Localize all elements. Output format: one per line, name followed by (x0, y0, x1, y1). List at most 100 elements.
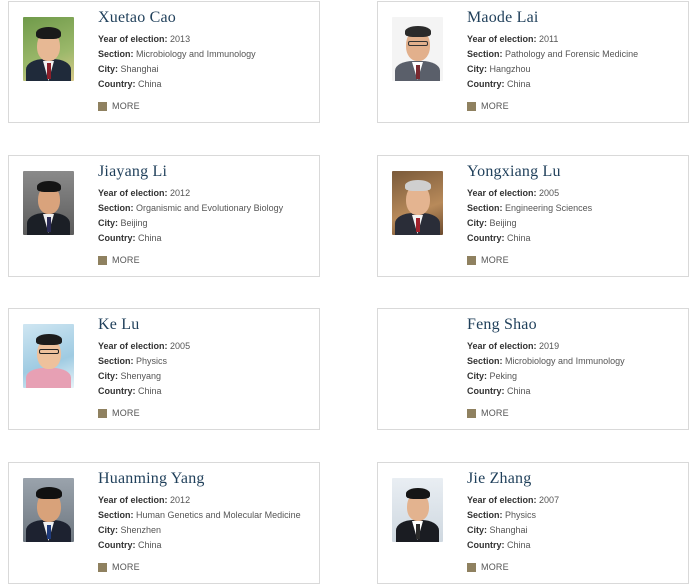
city-value: Hangzhou (489, 64, 531, 74)
section-label: Section: (467, 356, 503, 366)
city-label: City: (467, 371, 487, 381)
section-label: Section: (467, 49, 503, 59)
member-name[interactable]: Jiayang Li (98, 163, 167, 181)
portrait-photo[interactable] (392, 171, 443, 235)
city-label: City: (98, 525, 118, 535)
country-label: Country: (467, 233, 505, 243)
square-icon (467, 562, 476, 572)
section-label: Section: (98, 49, 134, 59)
more-link[interactable]: MORE (98, 408, 140, 418)
more-link[interactable]: MORE (467, 255, 509, 265)
square-icon (98, 408, 107, 418)
year-label: Year of election: (98, 341, 168, 351)
member-name[interactable]: Feng Shao (467, 316, 537, 334)
country-label: Country: (98, 386, 136, 396)
member-details: Year of election: 2005 Section: Physics … (98, 339, 190, 399)
portrait-photo[interactable] (23, 17, 74, 81)
portrait-photo[interactable] (23, 324, 74, 388)
member-card: Feng Shao Year of election: 2019 Section… (377, 308, 689, 430)
country-label: Country: (467, 79, 505, 89)
country-label: Country: (98, 79, 136, 89)
more-label: MORE (112, 101, 140, 111)
member-card: Jiayang Li Year of election: 2012 Sectio… (8, 155, 320, 277)
member-name[interactable]: Ke Lu (98, 316, 139, 334)
section-value: Microbiology and Immunology (136, 49, 256, 59)
section-value: Human Genetics and Molecular Medicine (136, 510, 301, 520)
country-value: China (507, 79, 531, 89)
member-card: Yongxiang Lu Year of election: 2005 Sect… (377, 155, 689, 277)
country-value: China (138, 233, 162, 243)
square-icon (98, 101, 107, 111)
member-grid: Xuetao Cao Year of election: 2013 Sectio… (0, 0, 690, 584)
portrait-photo[interactable] (392, 478, 443, 542)
section-value: Microbiology and Immunology (505, 356, 625, 366)
portrait-photo[interactable] (23, 478, 74, 542)
member-details: Year of election: 2011 Section: Patholog… (467, 32, 638, 92)
city-label: City: (467, 525, 487, 535)
member-name[interactable]: Xuetao Cao (98, 9, 176, 27)
country-value: China (138, 79, 162, 89)
more-label: MORE (481, 101, 509, 111)
year-value: 2005 (539, 188, 560, 198)
year-value: 2012 (170, 495, 191, 505)
country-value: China (507, 386, 531, 396)
section-value: Physics (136, 356, 168, 366)
more-label: MORE (481, 255, 509, 265)
member-name[interactable]: Huanming Yang (98, 470, 205, 488)
city-value: Shanghai (489, 525, 528, 535)
more-link[interactable]: MORE (467, 408, 509, 418)
country-value: China (138, 540, 162, 550)
country-label: Country: (467, 540, 505, 550)
city-label: City: (467, 64, 487, 74)
more-link[interactable]: MORE (98, 255, 140, 265)
year-value: 2019 (539, 341, 560, 351)
member-card: Xuetao Cao Year of election: 2013 Sectio… (8, 1, 320, 123)
section-label: Section: (98, 510, 134, 520)
more-link[interactable]: MORE (98, 562, 140, 572)
section-value: Physics (505, 510, 537, 520)
year-value: 2005 (170, 341, 191, 351)
more-label: MORE (112, 255, 140, 265)
more-link[interactable]: MORE (467, 562, 509, 572)
member-card: Jie Zhang Year of election: 2007 Section… (377, 462, 689, 584)
more-link[interactable]: MORE (98, 101, 140, 111)
country-label: Country: (98, 233, 136, 243)
year-label: Year of election: (98, 495, 168, 505)
section-label: Section: (98, 356, 134, 366)
portrait-photo[interactable] (392, 17, 443, 81)
member-card: Maode Lai Year of election: 2011 Section… (377, 1, 689, 123)
year-label: Year of election: (467, 34, 537, 44)
year-label: Year of election: (467, 341, 537, 351)
more-label: MORE (481, 562, 509, 572)
section-label: Section: (467, 510, 503, 520)
square-icon (98, 255, 107, 265)
member-details: Year of election: 2019 Section: Microbio… (467, 339, 625, 399)
city-label: City: (467, 218, 487, 228)
section-value: Organismic and Evolutionary Biology (136, 203, 284, 213)
year-value: 2007 (539, 495, 560, 505)
city-label: City: (98, 218, 118, 228)
member-card: Ke Lu Year of election: 2005 Section: Ph… (8, 308, 320, 430)
city-value: Peking (489, 371, 518, 381)
year-value: 2011 (539, 34, 559, 44)
square-icon (467, 408, 476, 418)
member-name[interactable]: Maode Lai (467, 9, 539, 27)
year-value: 2012 (170, 188, 191, 198)
section-value: Engineering Sciences (505, 203, 593, 213)
portrait-photo[interactable] (23, 171, 74, 235)
member-details: Year of election: 2012 Section: Organism… (98, 186, 283, 246)
member-name[interactable]: Yongxiang Lu (467, 163, 561, 181)
member-details: Year of election: 2005 Section: Engineer… (467, 186, 592, 246)
section-label: Section: (467, 203, 503, 213)
member-name[interactable]: Jie Zhang (467, 470, 531, 488)
section-value: Pathology and Forensic Medicine (505, 49, 639, 59)
square-icon (467, 255, 476, 265)
year-value: 2013 (170, 34, 191, 44)
year-label: Year of election: (98, 34, 168, 44)
member-details: Year of election: 2012 Section: Human Ge… (98, 493, 301, 553)
more-link[interactable]: MORE (467, 101, 509, 111)
city-label: City: (98, 371, 118, 381)
city-label: City: (98, 64, 118, 74)
city-value: Shanghai (120, 64, 159, 74)
city-value: Shenzhen (120, 525, 162, 535)
